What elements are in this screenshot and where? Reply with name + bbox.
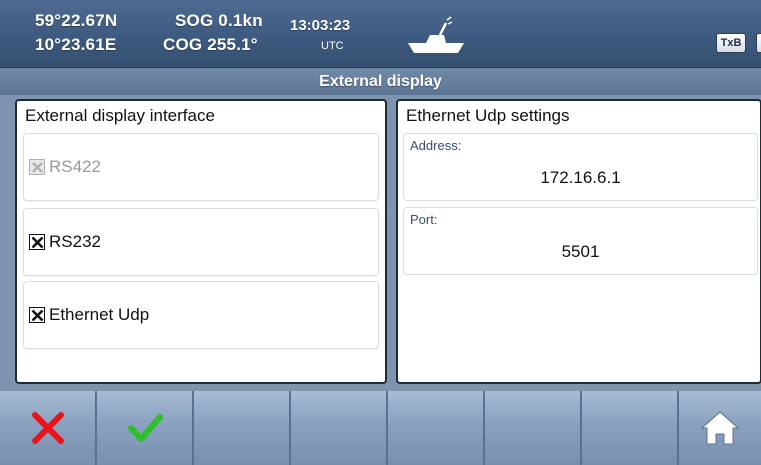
- cog-readout: COG 255.1°: [163, 35, 258, 54]
- confirm-check-icon: [127, 414, 163, 442]
- bottom-toolbar: [0, 391, 761, 465]
- rs232-label: RS232: [49, 232, 101, 251]
- check-x-icon: [32, 162, 43, 173]
- home-icon: [700, 411, 740, 445]
- status-bar: 59°22.67N 10°23.61E SOG 0.1kn COG 255.1°…: [0, 0, 761, 68]
- latitude-readout: 59°22.67N: [35, 11, 118, 30]
- rs232-checkbox[interactable]: [29, 234, 45, 250]
- cancel-x-icon: [31, 412, 64, 444]
- main-content: External display interface RS422 RS232 E…: [0, 95, 761, 391]
- toolbar-empty-slot-3[interactable]: [388, 391, 484, 465]
- time-zone-label: UTC: [321, 40, 344, 52]
- rx-status-badge: Rx: [756, 33, 761, 53]
- interface-panel-header: External display interface: [25, 106, 215, 125]
- port-field[interactable]: Port: 5501: [403, 207, 758, 275]
- time-readout: 13:03:23: [290, 17, 351, 34]
- option-rs232[interactable]: RS232: [23, 208, 379, 276]
- toolbar-empty-slot-4[interactable]: [485, 391, 581, 465]
- ethernet-udp-settings-panel: Ethernet Udp settings Address: 172.16.6.…: [396, 99, 761, 384]
- cancel-button[interactable]: [0, 391, 96, 465]
- port-label: Port:: [410, 212, 438, 227]
- option-rs422[interactable]: RS422: [23, 133, 379, 201]
- confirm-button[interactable]: [97, 391, 193, 465]
- port-value: 5501: [561, 242, 600, 261]
- external-display-interface-panel: External display interface RS422 RS232 E…: [15, 99, 387, 384]
- ethernet-udp-checkbox[interactable]: [29, 307, 45, 323]
- address-field[interactable]: Address: 172.16.6.1: [403, 133, 758, 201]
- ethernet-udp-label: Ethernet Udp: [49, 305, 150, 324]
- toolbar-empty-slot-1[interactable]: [194, 391, 290, 465]
- home-button[interactable]: [679, 391, 761, 465]
- toolbar-empty-slot-2[interactable]: [291, 391, 387, 465]
- rs422-label: RS422: [49, 157, 101, 176]
- rs422-checkbox[interactable]: [29, 159, 45, 175]
- address-value: 172.16.6.1: [540, 168, 621, 187]
- option-ethernet-udp[interactable]: Ethernet Udp: [23, 281, 379, 349]
- longitude-readout: 10°23.61E: [35, 35, 117, 54]
- address-label: Address:: [410, 138, 462, 153]
- check-x-icon: [31, 309, 44, 322]
- tx-status-badge: TxB: [716, 33, 746, 53]
- ship-icon: [408, 16, 464, 53]
- sog-readout: SOG 0.1kn: [175, 11, 263, 30]
- udp-settings-panel-header: Ethernet Udp settings: [406, 106, 570, 125]
- page-title: External display: [0, 69, 761, 95]
- toolbar-empty-slot-5[interactable]: [582, 391, 678, 465]
- check-x-icon: [31, 236, 44, 249]
